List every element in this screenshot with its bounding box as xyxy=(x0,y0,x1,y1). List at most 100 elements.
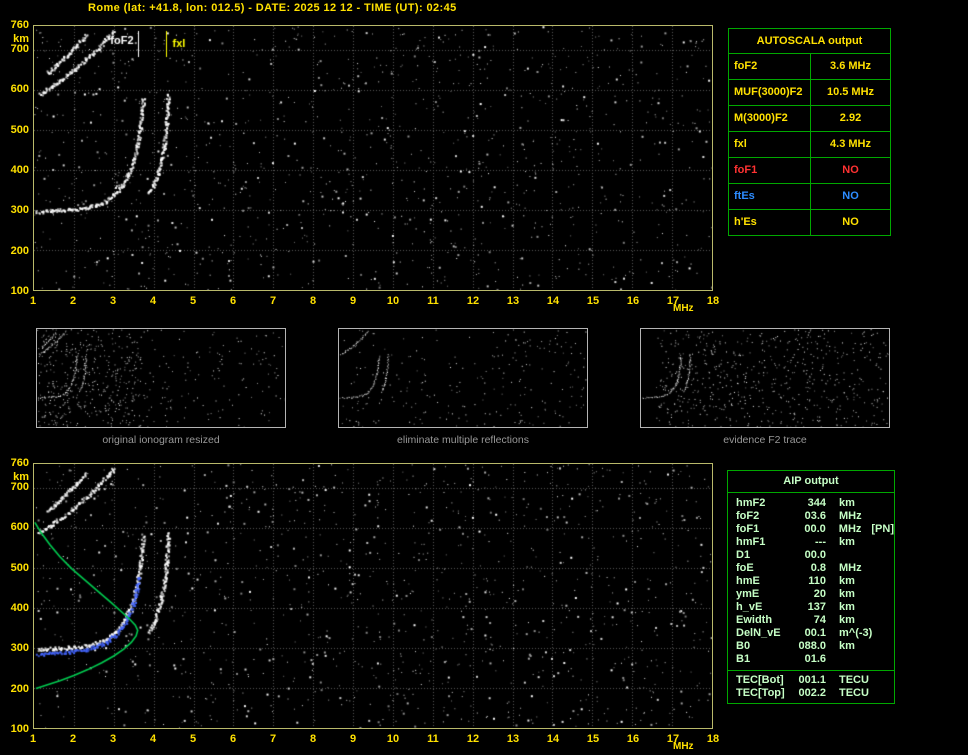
thumbnail-original-canvas xyxy=(37,329,285,427)
table-row: foF1 NO xyxy=(729,158,890,184)
x-axis-tick: 6 xyxy=(229,295,237,307)
row-value: 110 xyxy=(808,575,826,587)
x-axis-tick: 1 xyxy=(29,733,37,745)
table-row: foF1 00.0 MHz [PN] xyxy=(728,523,894,536)
row-label: D1 xyxy=(736,549,751,561)
main-ionogram-canvas xyxy=(34,26,712,290)
x-axis-tick: 16 xyxy=(626,295,640,307)
row-label: foF1 xyxy=(729,158,811,183)
x-axis-tick: 8 xyxy=(309,733,317,745)
x-axis-tick: 10 xyxy=(386,733,400,745)
y-axis-tick: 500 xyxy=(10,123,29,136)
row-label: foF2 xyxy=(729,54,811,79)
restored-ionogram-canvas xyxy=(34,464,712,728)
thumbnail-caption: eliminate multiple reflections xyxy=(397,434,529,446)
row-label: hmE xyxy=(736,575,760,587)
aip-output-table: AIP output hmF2 344 km foF2 03.6 MHz foF1 00.0 MH… xyxy=(727,470,895,704)
x-axis-tick: 6 xyxy=(229,733,237,745)
y-axis-tick: 760 xyxy=(10,457,29,469)
row-label: ymE xyxy=(736,588,760,600)
row-unit: m^(-3) xyxy=(839,627,873,639)
x-axis-tick: 4 xyxy=(149,295,157,307)
y-axis-tick: 600 xyxy=(10,521,29,534)
row-value: 74 xyxy=(813,614,826,626)
row-value: NO xyxy=(842,216,859,228)
thumbnail-eliminate-reflections xyxy=(338,328,588,428)
row-value: 344 xyxy=(807,497,826,509)
row-value: 2.92 xyxy=(839,112,862,124)
row-label: foF2 xyxy=(736,510,760,522)
x-axis-tick: 1 xyxy=(29,295,37,307)
row-unit: km xyxy=(839,575,855,587)
y-axis-unit: km xyxy=(13,33,29,45)
x-axis-tick: 16 xyxy=(626,733,640,745)
row-unit: MHz xyxy=(839,510,862,522)
x-axis-tick: 3 xyxy=(109,733,117,745)
y-axis-tick: 500 xyxy=(10,561,29,574)
table-row: B0 088.0 km xyxy=(728,640,894,653)
x-axis-tick: 18 xyxy=(706,295,720,307)
thumbnail-caption: original ionogram resized xyxy=(102,434,220,446)
row-unit: km xyxy=(839,536,855,548)
y-axis-tick: 200 xyxy=(10,244,29,257)
table-row: foF2 3.6 MHz xyxy=(729,54,890,80)
row-label: h'Es xyxy=(729,210,811,235)
aip-table-separator xyxy=(728,670,894,671)
table-row: DelN_vE 00.1 m^(-3) xyxy=(728,627,894,640)
x-axis-tick: 9 xyxy=(349,733,357,745)
row-note: [PN] xyxy=(871,523,894,535)
row-value: 002.2 xyxy=(798,687,826,699)
table-row: ymE 20 km xyxy=(728,588,894,601)
row-value: 0.8 xyxy=(810,562,826,574)
row-label: TEC[Top] xyxy=(736,687,785,699)
row-unit: MHz xyxy=(838,523,862,535)
row-value: 00.0 xyxy=(804,523,826,535)
row-unit: km xyxy=(839,601,855,613)
row-value: 00.1 xyxy=(804,627,826,639)
x-axis-tick: 3 xyxy=(109,295,117,307)
table-row: h'Es NO xyxy=(729,210,890,235)
table-row: hmF1 --- km xyxy=(728,536,894,549)
aip-table-header: AIP output xyxy=(728,471,894,493)
table-row: h_vE 137 km xyxy=(728,601,894,614)
table-row: hmE 110 km xyxy=(728,575,894,588)
row-label: ftEs xyxy=(729,184,811,209)
row-label: Ewidth xyxy=(736,614,773,626)
x-axis-tick: 7 xyxy=(269,295,277,307)
row-label: M(3000)F2 xyxy=(729,106,811,131)
x-axis-tick: 4 xyxy=(149,733,157,745)
table-row: TEC[Bot] 001.1 TECU xyxy=(728,674,894,687)
row-value: 01.6 xyxy=(804,653,826,665)
y-axis-tick: 200 xyxy=(10,682,29,695)
row-label: B0 xyxy=(736,640,751,652)
row-unit: TECU xyxy=(839,687,869,699)
row-value: 137 xyxy=(807,601,826,613)
row-unit: km xyxy=(839,497,855,509)
y-axis-tick: 300 xyxy=(10,204,29,217)
y-axis-tick: 400 xyxy=(10,602,29,615)
y-axis-tick: 300 xyxy=(10,642,29,655)
table-row: MUF(3000)F2 10.5 MHz xyxy=(729,80,890,106)
autoscala-screen: Rome (lat: +41.8, lon: 012.5) - DATE: 20… xyxy=(0,0,968,755)
thumbnail-evidence-canvas xyxy=(641,329,889,427)
row-value: NO xyxy=(842,190,859,202)
row-label: hmF1 xyxy=(736,536,766,548)
table-row: B1 01.6 xyxy=(728,653,894,666)
row-label: fxl xyxy=(729,132,811,157)
row-value: NO xyxy=(842,164,859,176)
table-row: M(3000)F2 2.92 xyxy=(729,106,890,132)
row-value: 10.5 MHz xyxy=(826,86,875,98)
table-row: ftEs NO xyxy=(729,184,890,210)
table-row: fxl 4.3 MHz xyxy=(729,132,890,158)
row-value: --- xyxy=(815,536,826,548)
station-title: Rome (lat: +41.8, lon: 012.5) - DATE: 20… xyxy=(88,2,457,14)
thumbnail-caption: evidence F2 trace xyxy=(723,434,807,446)
autoscala-output-table: AUTOSCALA output foF2 3.6 MHz MUF(3000)F2 10… xyxy=(728,28,891,236)
table-row: foF2 03.6 MHz xyxy=(728,510,894,523)
x-axis-tick: 13 xyxy=(506,733,520,745)
thumbnail-evidence-f2 xyxy=(640,328,890,428)
thumbnail-original-ionogram xyxy=(36,328,286,428)
row-label: DelN_vE xyxy=(736,627,781,639)
restored-ionogram-plot xyxy=(33,463,713,729)
x-axis-tick: 10 xyxy=(386,295,400,307)
